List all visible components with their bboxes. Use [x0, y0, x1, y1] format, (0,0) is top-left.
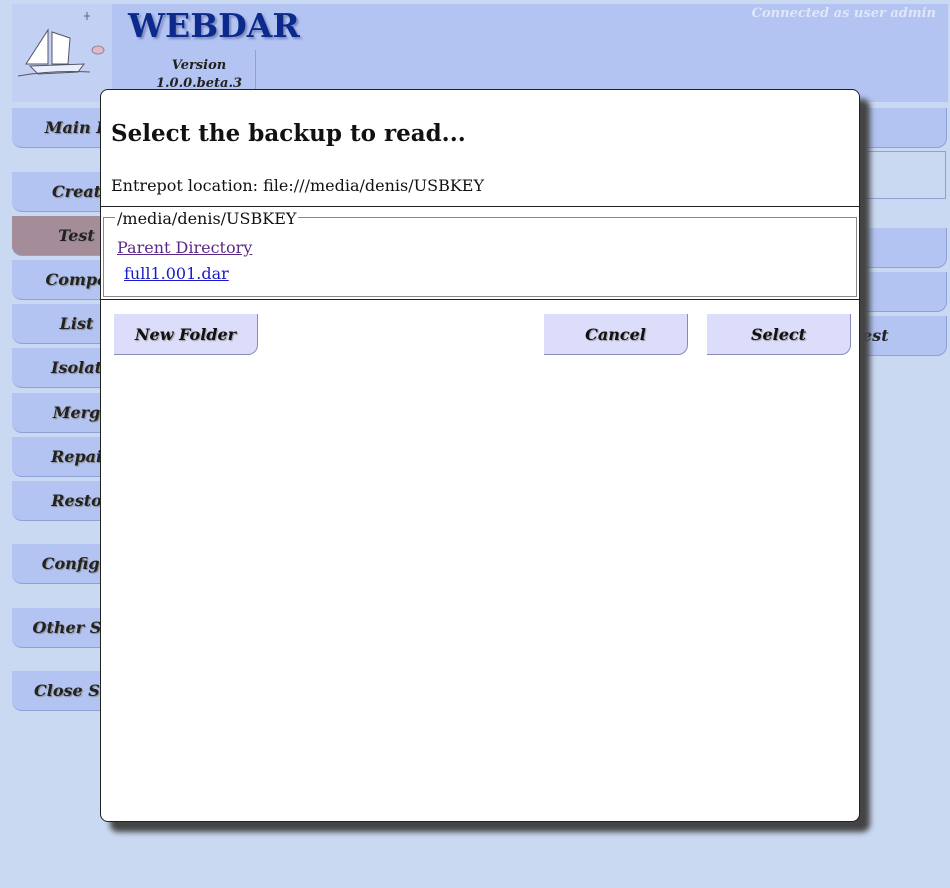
app-title: WEBDAR — [128, 6, 300, 45]
new-folder-button[interactable]: New Folder — [114, 314, 258, 355]
parent-directory-link[interactable]: Parent Directory — [117, 238, 252, 257]
logo — [12, 4, 112, 102]
divider — [101, 206, 859, 207]
select-button[interactable]: Select — [707, 314, 851, 355]
cancel-button[interactable]: Cancel — [544, 314, 688, 355]
version-label: Version — [171, 58, 227, 73]
sailboat-icon — [17, 12, 105, 77]
divider — [101, 299, 859, 300]
webdar-page: WEBDAR Version 1.0.0.beta.3 Connected as… — [0, 0, 950, 888]
current-path: /media/denis/USBKEY — [115, 209, 299, 228]
connection-status: Connected as user admin — [751, 6, 936, 21]
file-link[interactable]: full1.001.dar — [124, 264, 229, 283]
right-tab-test-label: est — [862, 326, 889, 345]
select-backup-dialog: Select the backup to read... Entrepot lo… — [100, 89, 860, 822]
dialog-title: Select the backup to read... — [111, 120, 466, 147]
file-browser — [103, 217, 857, 297]
entrepot-location: Entrepot location: file:///media/denis/U… — [111, 176, 485, 195]
version-info: Version 1.0.0.beta.3 — [140, 57, 258, 93]
